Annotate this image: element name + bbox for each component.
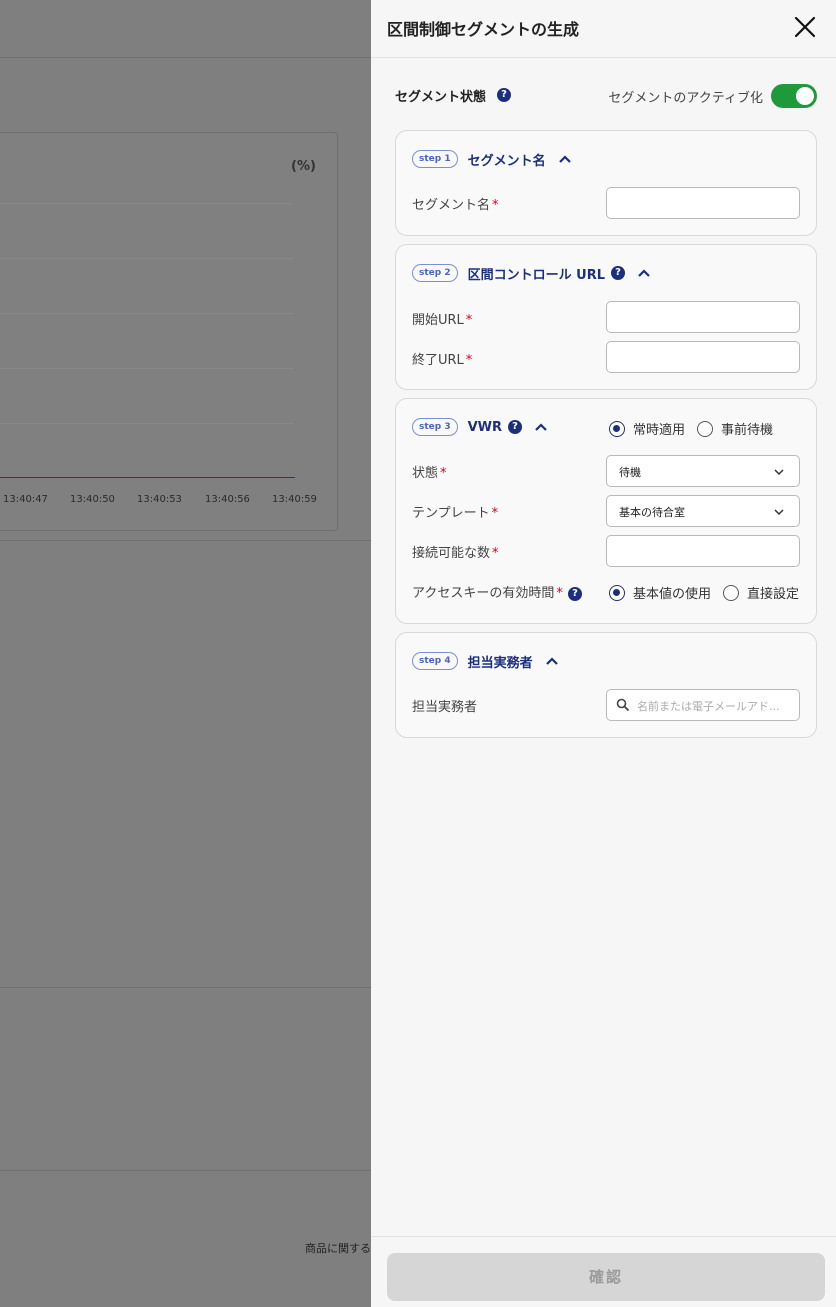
chart-unit-label: (%): [291, 159, 316, 174]
chart-x-tick: 13:40:47: [3, 494, 48, 505]
close-button[interactable]: [791, 13, 819, 41]
radio-dot: [609, 584, 625, 601]
help-icon[interactable]: ?: [508, 420, 523, 434]
step4-title: 担当実務者: [467, 655, 533, 671]
background-footer-text: 商品に関する: [305, 1242, 371, 1255]
step2-title: 区間コントロール URL: [467, 267, 605, 283]
step1-title: セグメント名: [467, 153, 546, 169]
segment-name-input[interactable]: [606, 187, 800, 219]
vwr-mode-radio-group: 常時適用 事前待機: [609, 419, 773, 438]
step1-header: step 1 セグメント名: [412, 149, 572, 169]
help-icon[interactable]: ?: [497, 88, 511, 102]
background-divider: [0, 987, 371, 988]
radio-pre-wait[interactable]: 事前待機: [697, 419, 773, 438]
step3-card: step 3 VWR ? 常時適用 事前待機 状態 * 待機 テンプレート * 基本…: [395, 398, 817, 624]
required-mark: *: [492, 198, 499, 213]
panel-title: 区間制御セグメントの生成: [387, 20, 580, 39]
chevron-down-icon: [774, 469, 784, 476]
chevron-down-icon: [774, 509, 784, 516]
step2-header: step 2 区間コントロール URL ?: [412, 263, 651, 283]
radio-dot: [723, 584, 740, 601]
template-label: テンプレート *: [412, 506, 499, 521]
chart-x-tick: 13:40:53: [137, 494, 182, 505]
template-select-value: 基本の待合室: [619, 506, 685, 519]
assignee-search[interactable]: [606, 689, 800, 721]
access-key-radio-group: 基本値の使用 直接設定: [609, 583, 799, 602]
chart-gridline: [0, 423, 293, 424]
chevron-up-icon[interactable]: [534, 420, 548, 434]
state-label: 状態 *: [412, 466, 447, 481]
background-chart-card: (%) 13:40:47 13:40:50 13:40:53 13:40:56 …: [0, 132, 338, 531]
step-badge: step 1: [412, 150, 458, 168]
help-icon[interactable]: ?: [568, 586, 582, 601]
state-select-value: 待機: [619, 466, 641, 479]
step3-header: step 3 VWR ?: [412, 417, 548, 437]
segment-state-label: セグメント状態: [395, 90, 487, 105]
chart-gridline: [0, 368, 293, 369]
segment-state-row: セグメント状態 ? セグメントのアクティブ化: [395, 84, 817, 108]
search-icon: [616, 698, 630, 712]
access-key-duration-label: アクセスキーの有効時間 * ?: [412, 582, 582, 601]
confirm-button[interactable]: 確認: [387, 1253, 825, 1301]
required-mark: *: [492, 546, 499, 561]
chart-x-axis: [0, 477, 295, 478]
required-mark: *: [491, 506, 499, 521]
chart-gridline: [0, 313, 293, 314]
chart-x-tick: 13:40:56: [205, 494, 250, 505]
chart-gridline: [0, 258, 293, 259]
step-badge: step 2: [412, 264, 458, 282]
radio-dot: [609, 420, 625, 437]
start-url-input[interactable]: [606, 301, 800, 333]
step-badge: step 3: [412, 418, 458, 436]
radio-always-apply[interactable]: 常時適用: [609, 419, 685, 438]
segment-activate-toggle[interactable]: [771, 84, 817, 108]
step4-header: step 4 担当実務者: [412, 651, 559, 671]
required-mark: *: [556, 586, 563, 601]
radio-dot: [697, 420, 714, 437]
radio-direct-setting[interactable]: 直接設定: [723, 583, 799, 602]
step3-title: VWR: [467, 419, 503, 435]
end-url-label: 終了URL *: [412, 353, 473, 368]
segment-name-label: セグメント名 *: [412, 198, 499, 213]
template-select[interactable]: 基本の待合室: [606, 495, 800, 527]
assignee-search-input[interactable]: [637, 696, 793, 716]
background-overlay: (%) 13:40:47 13:40:50 13:40:53 13:40:56 …: [0, 0, 371, 1307]
step4-card: step 4 担当実務者 担当実務者: [395, 632, 817, 738]
segment-activate-label: セグメントのアクティブ化: [608, 91, 763, 106]
required-mark: *: [465, 353, 473, 368]
state-select[interactable]: 待機: [606, 455, 800, 487]
background-divider: [0, 57, 371, 58]
step1-card: step 1 セグメント名 セグメント名 *: [395, 130, 817, 236]
start-url-label: 開始URL *: [412, 313, 473, 328]
capacity-input[interactable]: [606, 535, 800, 567]
capacity-label: 接続可能な数 *: [412, 546, 499, 561]
chart-x-tick: 13:40:59: [272, 494, 317, 505]
assignee-label: 担当実務者: [412, 700, 478, 715]
toggle-knob: [796, 87, 814, 105]
step2-card: step 2 区間コントロール URL ? 開始URL * 終了URL *: [395, 244, 817, 390]
panel-header: 区間制御セグメントの生成: [371, 0, 836, 58]
chevron-up-icon[interactable]: [558, 152, 572, 166]
chart-gridline: [0, 203, 293, 204]
end-url-input[interactable]: [606, 341, 800, 373]
panel-footer: 確認: [371, 1236, 836, 1307]
help-icon[interactable]: ?: [611, 266, 625, 280]
required-mark: *: [465, 313, 473, 328]
chart-x-tick: 13:40:50: [70, 494, 115, 505]
create-segment-panel: 区間制御セグメントの生成 セグメント状態 ? セグメントのアクティブ化 step…: [371, 0, 836, 1307]
background-divider: [0, 1170, 371, 1171]
chevron-up-icon[interactable]: [545, 654, 559, 668]
close-icon: [794, 16, 816, 38]
required-mark: *: [440, 466, 447, 481]
step-badge: step 4: [412, 652, 458, 670]
chevron-up-icon[interactable]: [637, 266, 651, 280]
background-divider: [0, 540, 371, 541]
radio-use-default[interactable]: 基本値の使用: [609, 583, 711, 602]
